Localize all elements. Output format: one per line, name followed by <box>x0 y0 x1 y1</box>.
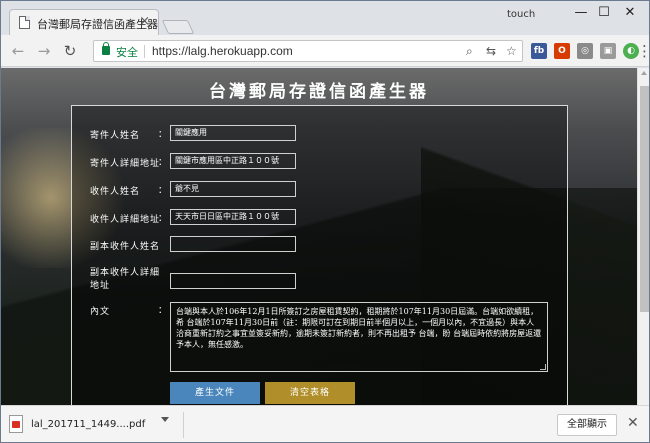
close-window-button[interactable]: ✕ <box>608 1 649 27</box>
page-icon <box>19 16 30 29</box>
profile-label[interactable]: touch <box>507 9 535 20</box>
lock-icon <box>102 42 110 55</box>
resize-handle-icon[interactable] <box>540 364 546 370</box>
scroll-up-icon[interactable] <box>641 71 647 75</box>
screenshot-extension-icon[interactable]: ▣ <box>600 43 616 59</box>
show-all-downloads-button[interactable]: 全部顯示 <box>557 414 617 436</box>
content-text: 台端與本人於106年12月1日所簽訂之房屋租賃契約，租期將於107年11月30日… <box>176 307 542 349</box>
page-title: 台灣郵局存證信函產生器 <box>209 82 429 102</box>
secure-label: 安全 <box>116 46 138 59</box>
cc-address-input[interactable] <box>170 273 296 289</box>
capture-extension-icon[interactable]: ◎ <box>577 43 593 59</box>
recipient-name-label: 收件人姓名 <box>90 187 141 197</box>
download-file-name[interactable]: lal_201711_1449....pdf <box>31 419 145 430</box>
url-text[interactable]: https://lalg.herokuapp.com <box>152 44 293 58</box>
office-extension-icon[interactable]: O <box>554 43 570 59</box>
content-textarea[interactable]: 台端與本人於106年12月1日所簽訂之房屋租賃契約，租期將於107年11月30日… <box>170 302 548 372</box>
reload-icon[interactable]: ↻ <box>61 42 79 60</box>
sender-address-label: 寄件人詳細地址 <box>90 159 161 169</box>
page-scrollbar[interactable] <box>637 68 649 405</box>
clear-form-button[interactable]: 清空表格 <box>265 382 355 404</box>
download-item[interactable]: lal_201711_1449....pdf <box>7 412 157 438</box>
menu-icon[interactable]: ⋮ <box>637 42 649 60</box>
address-bar[interactable]: 安全 https://lalg.herokuapp.com ⌕ ⇆ ☆ <box>93 40 523 62</box>
recipient-address-label: 收件人詳細地址 <box>90 215 161 225</box>
chevron-down-icon[interactable] <box>161 417 169 422</box>
back-icon[interactable]: ← <box>9 42 27 60</box>
cc-address-label-line2: 地址 <box>90 281 111 291</box>
bookmark-star-icon[interactable]: ☆ <box>506 44 517 58</box>
facebook-extension-icon[interactable]: fb <box>531 43 547 59</box>
close-download-bar-icon[interactable]: ✕ <box>627 415 639 431</box>
translate-icon[interactable]: ⇆ <box>486 44 496 58</box>
tab-close-icon[interactable]: × <box>139 14 150 29</box>
browser-window: 台灣郵局存證信函產生器 × touch — ☐ ✕ ← → ↻ 安全 https… <box>0 0 650 443</box>
tab-strip: 台灣郵局存證信函產生器 × touch — ☐ ✕ <box>1 1 649 35</box>
recipient-address-input[interactable]: 天天市日日區中正路１００號 <box>170 209 296 225</box>
recipient-name-input[interactable]: 爺不見 <box>170 181 296 197</box>
letter-form: 寄件人姓名 ： 關鍵應用 寄件人詳細地址 ： 關鍵市應用區中正路１００號 收件人… <box>71 105 568 405</box>
sender-name-label: 寄件人姓名 <box>90 131 141 141</box>
browser-tab[interactable]: 台灣郵局存證信函產生器 × <box>9 9 159 35</box>
page-viewport: 台灣郵局存證信函產生器 寄件人姓名 ： 關鍵應用 寄件人詳細地址 ： 關鍵市應用… <box>1 68 637 405</box>
download-bar: lal_201711_1449....pdf 全部顯示 ✕ <box>1 405 649 442</box>
browser-toolbar: ← → ↻ 安全 https://lalg.herokuapp.com ⌕ ⇆ … <box>1 35 649 67</box>
zoom-icon[interactable]: ⌕ <box>466 44 473 59</box>
sender-name-input[interactable]: 關鍵應用 <box>170 125 296 141</box>
cc-name-input[interactable] <box>170 236 296 252</box>
pdf-file-icon <box>9 415 23 433</box>
content-label: 內文 <box>90 307 111 317</box>
cc-name-label: 副本收件人姓名 <box>90 242 161 252</box>
scrollbar-thumb[interactable] <box>640 86 649 312</box>
new-tab-button[interactable] <box>161 20 195 34</box>
forward-icon[interactable]: → <box>35 42 53 60</box>
generate-document-button[interactable]: 產生文件 <box>170 382 260 404</box>
cc-address-label-line1: 副本收件人詳細 <box>90 268 161 278</box>
sender-address-input[interactable]: 關鍵市應用區中正路１００號 <box>170 153 296 169</box>
